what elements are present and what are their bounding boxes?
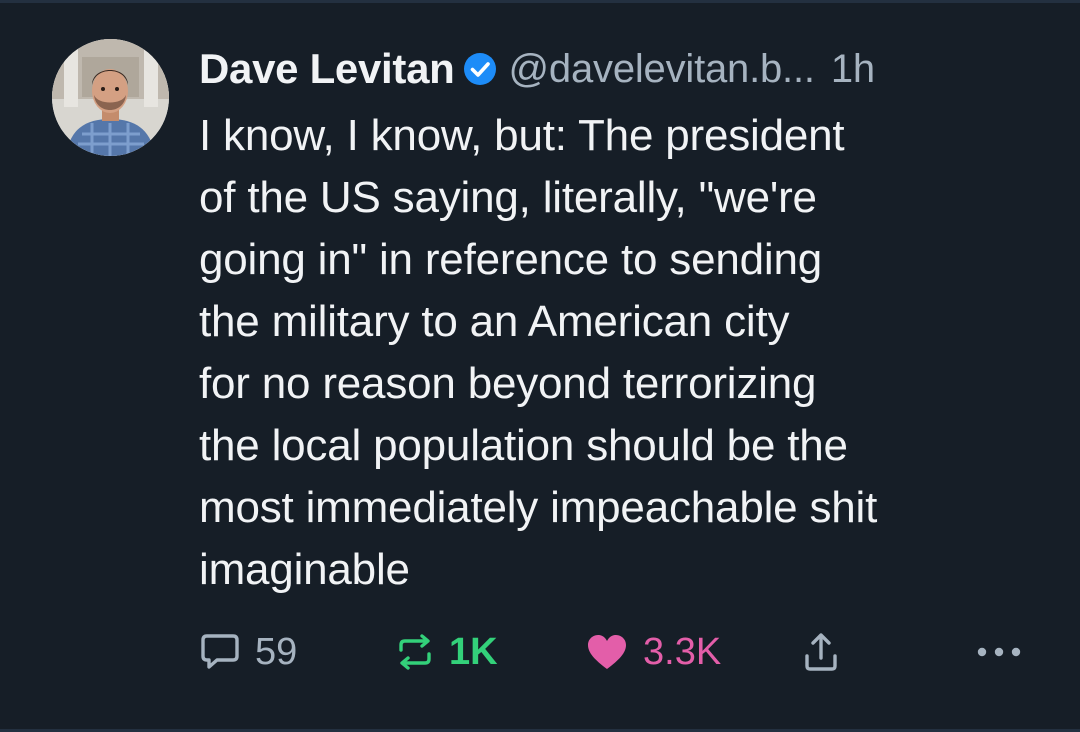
repost-count: 1K [449, 630, 498, 673]
author-avatar[interactable] [52, 39, 169, 156]
share-upload-icon [801, 630, 841, 674]
speech-bubble-icon [199, 632, 241, 672]
post-timestamp[interactable]: 1h [831, 47, 875, 92]
repost-arrows-icon [395, 632, 435, 672]
share-button[interactable] [801, 627, 841, 677]
like-button[interactable]: 3.3K [585, 627, 721, 677]
post-body: I know, I know, but: The president of th… [199, 111, 878, 594]
post-card: Dave Levitan @davelevitan.b... 1h I know… [0, 0, 1080, 732]
reply-button[interactable]: 59 [199, 627, 297, 677]
author-handle[interactable]: @davelevitan.b... [509, 47, 815, 92]
repost-button[interactable]: 1K [395, 627, 498, 677]
post-header: Dave Levitan @davelevitan.b... 1h [199, 41, 875, 97]
like-count: 3.3K [643, 630, 722, 673]
verified-check-icon [463, 52, 497, 86]
more-options-button[interactable] [975, 627, 1023, 677]
more-dots-icon [975, 646, 1023, 658]
reply-count: 59 [255, 630, 298, 673]
heart-icon [585, 632, 629, 672]
author-display-name[interactable]: Dave Levitan [199, 45, 455, 93]
post-action-bar: 59 1K 3.3K [199, 627, 1029, 677]
